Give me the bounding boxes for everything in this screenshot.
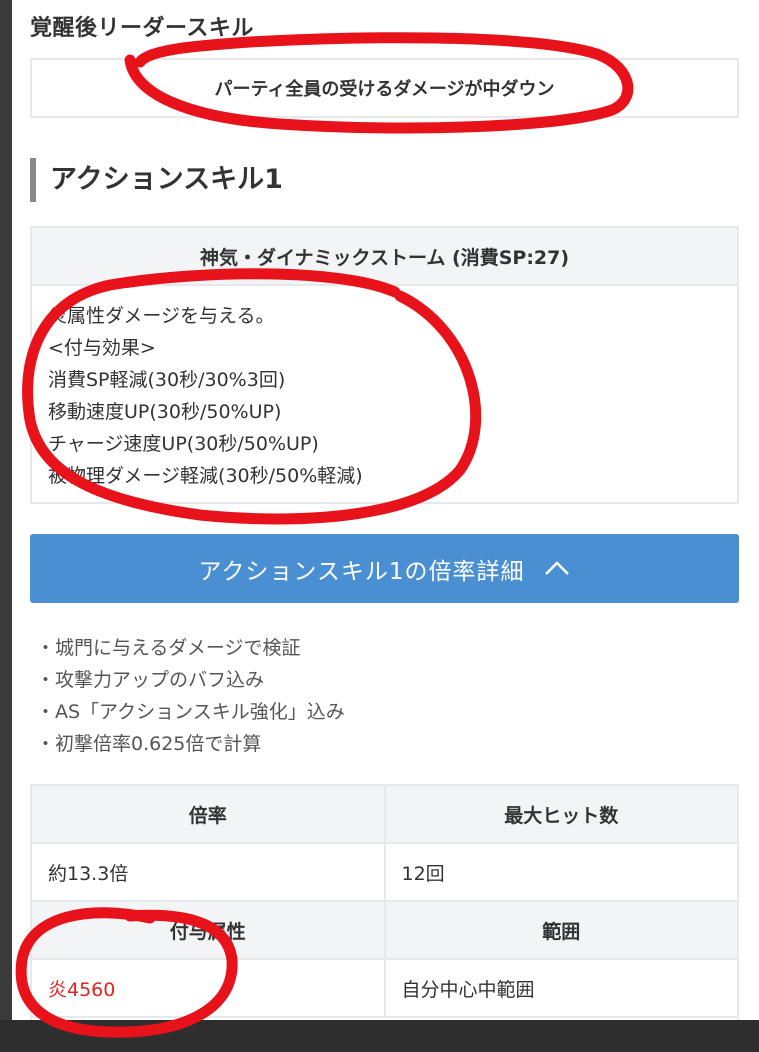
stats-table: 倍率 最大ヒット数 約13.3倍 12回 付与属性 範囲 炎4560 自分中心中…	[30, 784, 739, 1020]
multiplier-detail-label: アクションスキル1の倍率詳細	[198, 558, 525, 585]
skill-line: 移動速度UP(30秒/50%UP)	[48, 401, 282, 423]
note-item: ・AS「アクションスキル強化」込み	[36, 701, 345, 723]
bottom-bar	[0, 1020, 759, 1052]
table-row: 炎4560 自分中心中範囲	[32, 960, 737, 1018]
action-skill-description: 炎属性ダメージを与える。 <付与効果> 消費SP軽減(30秒/30%3回) 移動…	[32, 286, 737, 506]
leader-skill-box: パーティ全員の受けるダメージが中ダウン	[30, 58, 739, 118]
skill-line: 被物理ダメージ軽減(30秒/50%軽減)	[48, 465, 363, 487]
range-value: 自分中心中範囲	[383, 960, 738, 1016]
skill-line: <付与効果>	[48, 337, 156, 359]
left-edge	[0, 0, 12, 1020]
element-value: 炎4560	[48, 978, 116, 1001]
header-multiplier: 倍率	[188, 804, 227, 827]
header-element: 付与属性	[169, 920, 246, 943]
note-item: ・初撃倍率0.625倍で計算	[36, 733, 262, 755]
content-page: 覚醒後リーダースキル パーティ全員の受けるダメージが中ダウン アクションスキル1…	[12, 0, 759, 1020]
leader-skill-text: パーティ全員の受けるダメージが中ダウン	[214, 79, 555, 100]
action-skill-name: 神気・ダイナミックストーム (消費SP:27)	[32, 228, 737, 286]
header-max-hits: 最大ヒット数	[383, 786, 738, 842]
skill-line: 消費SP軽減(30秒/30%3回)	[48, 369, 286, 391]
note-item: ・城門に与えるダメージで検証	[36, 637, 301, 659]
max-hits-value: 12回	[383, 844, 738, 900]
leader-skill-heading: 覚醒後リーダースキル	[30, 16, 254, 41]
skill-line: 炎属性ダメージを与える。	[48, 305, 275, 327]
table-header-row: 付与属性 範囲	[32, 902, 737, 960]
note-item: ・攻撃力アップのバフ込み	[36, 669, 265, 691]
header-range: 範囲	[383, 902, 738, 958]
multiplier-value: 約13.3倍	[48, 862, 129, 885]
notes-list: ・城門に与えるダメージで検証 ・攻撃力アップのバフ込み ・AS「アクションスキル…	[36, 632, 736, 760]
action-skill-heading: アクションスキル1	[30, 158, 283, 202]
chevron-up-icon	[543, 554, 571, 584]
action-skill-table: 神気・ダイナミックストーム (消費SP:27) 炎属性ダメージを与える。 <付与…	[30, 226, 739, 504]
multiplier-detail-button[interactable]: アクションスキル1の倍率詳細	[30, 534, 739, 603]
table-row: 約13.3倍 12回	[32, 844, 737, 902]
skill-line: チャージ速度UP(30秒/50%UP)	[48, 433, 319, 455]
table-header-row: 倍率 最大ヒット数	[32, 786, 737, 844]
